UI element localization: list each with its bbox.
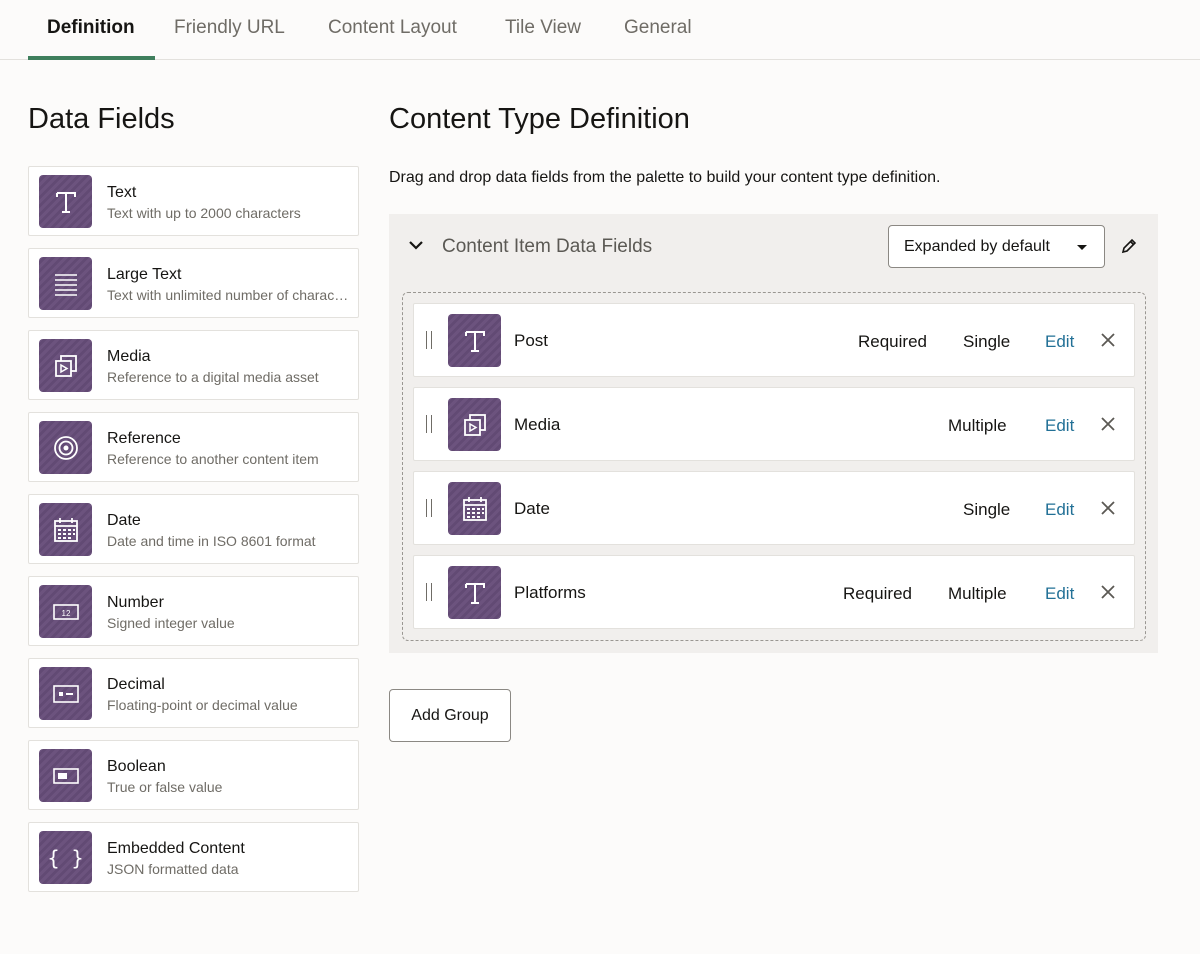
- embedded-content-icon-glyph: { }: [47, 845, 84, 870]
- palette-item-title: Decimal: [107, 676, 165, 693]
- text-icon: [448, 566, 501, 619]
- palette-item-description: Reference to a digital media asset: [107, 369, 319, 385]
- palette-item-description: JSON formatted data: [107, 861, 239, 877]
- tab-bar: Definition Friendly URL Content Layout T…: [0, 0, 1200, 60]
- palette-item-description: Reference to another content item: [107, 451, 319, 467]
- text-icon: [448, 314, 501, 367]
- number-icon: 12: [39, 585, 92, 638]
- palette-item-title: Boolean: [107, 758, 166, 775]
- palette-item-number[interactable]: 12 Number Signed integer value: [28, 576, 359, 646]
- palette-item-description: Date and time in ISO 8601 format: [107, 533, 316, 549]
- field-row-platforms: Platforms Required Multiple Edit: [413, 555, 1135, 629]
- definition-instructions: Drag and drop data fields from the palet…: [389, 169, 941, 186]
- date-icon: [39, 503, 92, 556]
- definition-heading: Content Type Definition: [389, 103, 690, 135]
- close-icon[interactable]: [1100, 500, 1116, 521]
- palette-item-description: Text with unlimited number of characters: [107, 287, 352, 303]
- tab-content-layout[interactable]: Content Layout: [328, 0, 457, 60]
- field-row-media: Media Multiple Edit: [413, 387, 1135, 461]
- pencil-icon[interactable]: [1120, 237, 1138, 260]
- palette-item-title: Media: [107, 348, 151, 365]
- palette-heading: Data Fields: [28, 103, 175, 135]
- palette-item-large-text[interactable]: Large Text Text with unlimited number of…: [28, 248, 359, 318]
- drag-handle-icon[interactable]: [426, 331, 432, 349]
- field-edit-link[interactable]: Edit: [1045, 500, 1074, 520]
- chevron-down-icon[interactable]: [407, 236, 425, 259]
- palette-item-media[interactable]: Media Reference to a digital media asset: [28, 330, 359, 400]
- active-tab-indicator: [28, 56, 155, 60]
- field-cardinality: Multiple: [948, 416, 1007, 435]
- reference-icon: [39, 421, 92, 474]
- field-edit-link[interactable]: Edit: [1045, 332, 1074, 352]
- palette-item-boolean[interactable]: Boolean True or false value: [28, 740, 359, 810]
- tab-definition[interactable]: Definition: [47, 0, 135, 60]
- palette-item-description: True or false value: [107, 779, 223, 795]
- group-title: Content Item Data Fields: [442, 236, 653, 257]
- media-icon: [39, 339, 92, 392]
- field-name: Platforms: [514, 583, 586, 602]
- field-drop-zone[interactable]: Post Required Single Edit Media Multiple…: [402, 292, 1146, 641]
- palette-item-title: Date: [107, 512, 141, 529]
- palette-item-description: Floating-point or decimal value: [107, 697, 298, 713]
- field-group: Content Item Data Fields Expanded by def…: [389, 214, 1158, 653]
- date-icon: [448, 482, 501, 535]
- close-icon[interactable]: [1100, 584, 1116, 605]
- drag-handle-icon[interactable]: [426, 499, 432, 517]
- drag-handle-icon[interactable]: [426, 583, 432, 601]
- embedded-content-icon: { }: [39, 831, 92, 884]
- add-group-button[interactable]: Add Group: [389, 689, 511, 742]
- field-cardinality: Single: [963, 500, 1011, 519]
- field-name: Post: [514, 331, 549, 350]
- decimal-icon: [39, 667, 92, 720]
- boolean-icon: [39, 749, 92, 802]
- close-icon[interactable]: [1100, 332, 1116, 353]
- field-edit-link[interactable]: Edit: [1045, 416, 1074, 436]
- field-row-post: Post Required Single Edit: [413, 303, 1135, 377]
- number-icon-glyph: 12: [61, 609, 70, 618]
- palette-item-text[interactable]: Text Text with up to 2000 characters: [28, 166, 359, 236]
- palette-item-title: Text: [107, 184, 137, 201]
- media-icon: [448, 398, 501, 451]
- tab-general[interactable]: General: [624, 0, 692, 60]
- palette-item-description: Text with up to 2000 characters: [107, 205, 301, 221]
- palette-item-embedded-content[interactable]: { } Embedded Content JSON formatted data: [28, 822, 359, 892]
- palette-item-title: Reference: [107, 430, 181, 447]
- field-edit-link[interactable]: Edit: [1045, 584, 1074, 604]
- drag-handle-icon[interactable]: [426, 415, 432, 433]
- palette-item-title: Large Text: [107, 266, 182, 283]
- palette-item-title: Embedded Content: [107, 840, 245, 857]
- palette-item-date[interactable]: Date Date and time in ISO 8601 format: [28, 494, 359, 564]
- palette-item-title: Number: [107, 594, 164, 611]
- palette-item-reference[interactable]: Reference Reference to another content i…: [28, 412, 359, 482]
- field-row-date: Date Single Edit: [413, 471, 1135, 545]
- display-mode-select[interactable]: Expanded by default: [888, 225, 1105, 268]
- close-icon[interactable]: [1100, 416, 1116, 437]
- tab-friendly-url[interactable]: Friendly URL: [174, 0, 285, 60]
- field-name: Media: [514, 415, 561, 434]
- display-mode-value: Expanded by default: [904, 238, 1050, 255]
- field-name: Date: [514, 499, 550, 518]
- field-cardinality: Single: [963, 332, 1011, 351]
- palette-item-decimal[interactable]: Decimal Floating-point or decimal value: [28, 658, 359, 728]
- field-required: Required: [858, 332, 927, 351]
- large-text-icon: [39, 257, 92, 310]
- caret-down-icon: [1077, 245, 1087, 250]
- field-cardinality: Multiple: [948, 584, 1007, 603]
- palette-item-description: Signed integer value: [107, 615, 235, 631]
- tab-tile-view[interactable]: Tile View: [505, 0, 581, 60]
- text-icon: [39, 175, 92, 228]
- field-required: Required: [843, 584, 912, 603]
